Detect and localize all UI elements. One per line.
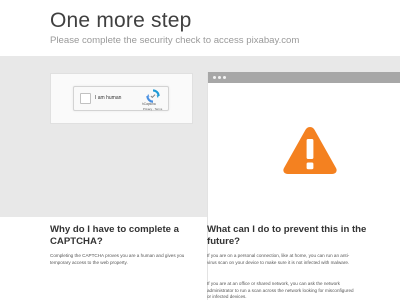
warning-triangle-icon [283,127,337,174]
page-header: One more step Please complete the securi… [0,0,400,56]
captcha-label: I am human [95,95,122,101]
captcha-brand: hCaptcha [142,102,156,106]
browser-dot [223,76,226,79]
prevent-answer-office: If you are at an office or shared networ… [207,281,354,300]
captcha-checkbox[interactable] [80,93,91,104]
browser-title-bar [208,72,400,83]
security-check-page: One more step Please complete the securi… [0,0,400,300]
why-captcha-answer: Completing the CAPTCHA proves you are a … [50,253,185,265]
page-subtitle: Please complete the security check to ac… [50,35,300,46]
page-title: One more step [50,9,192,32]
hcaptcha-logo-icon [146,89,160,103]
browser-dot [218,76,221,79]
captcha-links[interactable]: Privacy · Terms [143,107,162,111]
why-captcha-heading: Why do I have to complete a CAPTCHA? [50,224,180,247]
prevent-answer-personal: If you are on a personal connection, lik… [207,253,350,265]
captcha-widget[interactable]: I am human hCaptcha Privacy · Terms [73,86,169,111]
prevent-heading: What can I do to prevent this in the fut… [207,224,367,247]
browser-dot [213,76,216,79]
